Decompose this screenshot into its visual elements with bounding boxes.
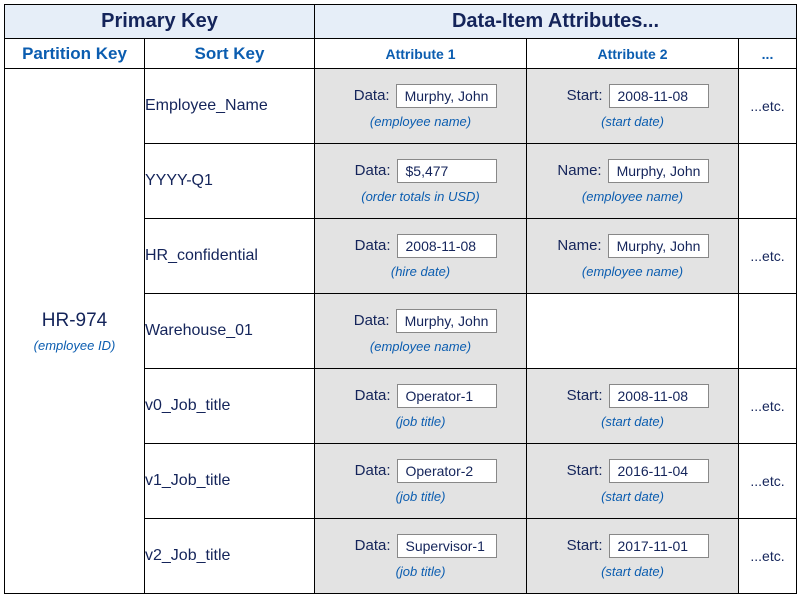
attribute-1-cell: Data: 2008-11-08 (hire date) [315, 219, 527, 294]
attribute-row: Name: Murphy, John [527, 159, 738, 183]
attribute-value: $5,477 [397, 159, 497, 183]
attribute-value: Murphy, John [608, 234, 710, 258]
attribute-row: Name: Murphy, John [527, 234, 738, 258]
attribute-row: Start: 2008-11-08 [527, 384, 738, 408]
attribute-label: Name: [556, 162, 602, 179]
sort-key-cell: v0_Job_title [145, 369, 315, 444]
attribute-row: Data: Murphy, John [315, 309, 526, 333]
attribute-row: Start: 2017-11-01 [527, 534, 738, 558]
header-data-item-attributes: Data-Item Attributes... [315, 5, 797, 39]
attribute-1-cell: Data: Murphy, John (employee name) [315, 294, 527, 369]
attribute-label: Start: [557, 537, 603, 554]
attribute-label: Start: [557, 87, 603, 104]
attribute-label: Data: [344, 87, 390, 104]
attribute-value: Supervisor-1 [397, 534, 497, 558]
attribute-value: 2016-11-04 [609, 459, 709, 483]
attribute-note: (start date) [527, 564, 738, 579]
attribute-2-cell: Start: 2008-11-08 (start date) [527, 369, 739, 444]
attribute-row: Data: $5,477 [315, 159, 526, 183]
attribute-1-cell: Data: $5,477 (order totals in USD) [315, 144, 527, 219]
attribute-note: (job title) [315, 489, 526, 504]
attribute-note: (employee name) [527, 189, 738, 204]
attribute-value: Operator-2 [397, 459, 497, 483]
attribute-2-cell: Start: 2016-11-04 (start date) [527, 444, 739, 519]
attribute-note: (start date) [527, 414, 738, 429]
sort-key-cell: Warehouse_01 [145, 294, 315, 369]
header-more: ... [739, 39, 797, 69]
attribute-value: Murphy, John [396, 309, 498, 333]
attribute-1-cell: Data: Murphy, John (employee name) [315, 69, 527, 144]
header-sort-key: Sort Key [145, 39, 315, 69]
attribute-note: (hire date) [315, 264, 526, 279]
header-primary-key: Primary Key [5, 5, 315, 39]
attribute-note: (employee name) [315, 339, 526, 354]
attribute-note: (job title) [315, 564, 526, 579]
attribute-1-cell: Data: Operator-1 (job title) [315, 369, 527, 444]
attribute-label: Name: [556, 237, 602, 254]
attribute-2-cell: Start: 2008-11-08 (start date) [527, 69, 739, 144]
etc-cell: ...etc. [739, 369, 797, 444]
attribute-value: 2017-11-01 [609, 534, 709, 558]
attribute-note: (employee name) [315, 114, 526, 129]
attribute-note: (start date) [527, 489, 738, 504]
attribute-row: Start: 2008-11-08 [527, 84, 738, 108]
attribute-row: Data: Operator-1 [315, 384, 526, 408]
attribute-row: Start: 2016-11-04 [527, 459, 738, 483]
etc-cell: ...etc. [739, 219, 797, 294]
etc-cell: ...etc. [739, 69, 797, 144]
attribute-note: (start date) [527, 114, 738, 129]
attribute-value: 2008-11-08 [397, 234, 497, 258]
etc-cell: ...etc. [739, 519, 797, 594]
attribute-value: Murphy, John [608, 159, 710, 183]
sort-key-cell: HR_confidential [145, 219, 315, 294]
attribute-2-cell: Start: 2017-11-01 (start date) [527, 519, 739, 594]
attribute-label: Data: [345, 387, 391, 404]
attribute-value: 2008-11-08 [609, 384, 709, 408]
attribute-value: 2008-11-08 [609, 84, 709, 108]
schema-table: Primary Key Data-Item Attributes... Part… [4, 4, 797, 594]
attribute-label: Data: [345, 162, 391, 179]
attribute-2-cell: Name: Murphy, John (employee name) [527, 144, 739, 219]
attribute-label: Start: [557, 387, 603, 404]
partition-key-cell: HR-974 (employee ID) [5, 69, 145, 594]
table-row: HR-974(employee ID)Employee_NameData:Mur… [5, 69, 797, 144]
attribute-value: Operator-1 [397, 384, 497, 408]
attribute-label: Data: [345, 237, 391, 254]
attribute-label: Start: [557, 462, 603, 479]
sort-key-cell: Employee_Name [145, 69, 315, 144]
etc-cell [739, 294, 797, 369]
attribute-label: Data: [344, 312, 390, 329]
etc-cell [739, 144, 797, 219]
header-attribute-1: Attribute 1 [315, 39, 527, 69]
attribute-2-cell: Name: Murphy, John (employee name) [527, 219, 739, 294]
attribute-label: Data: [345, 462, 391, 479]
attribute-note: (employee name) [527, 264, 738, 279]
attribute-row: Data: Supervisor-1 [315, 534, 526, 558]
attribute-note: (order totals in USD) [315, 189, 526, 204]
attribute-label: Data: [345, 537, 391, 554]
header-row-2: Partition Key Sort Key Attribute 1 Attri… [5, 39, 797, 69]
attribute-2-cell [527, 294, 739, 369]
partition-key-note: (employee ID) [5, 338, 144, 353]
attribute-1-cell: Data: Operator-2 (job title) [315, 444, 527, 519]
attribute-note: (job title) [315, 414, 526, 429]
attribute-row: Data: 2008-11-08 [315, 234, 526, 258]
sort-key-cell: v1_Job_title [145, 444, 315, 519]
etc-cell: ...etc. [739, 444, 797, 519]
sort-key-cell: YYYY-Q1 [145, 144, 315, 219]
header-partition-key: Partition Key [5, 39, 145, 69]
header-row-1: Primary Key Data-Item Attributes... [5, 5, 797, 39]
attribute-row: Data: Murphy, John [315, 84, 526, 108]
partition-key-value: HR-974 [5, 310, 144, 332]
header-attribute-2: Attribute 2 [527, 39, 739, 69]
attribute-row: Data: Operator-2 [315, 459, 526, 483]
attribute-1-cell: Data: Supervisor-1 (job title) [315, 519, 527, 594]
sort-key-cell: v2_Job_title [145, 519, 315, 594]
attribute-value: Murphy, John [396, 84, 498, 108]
